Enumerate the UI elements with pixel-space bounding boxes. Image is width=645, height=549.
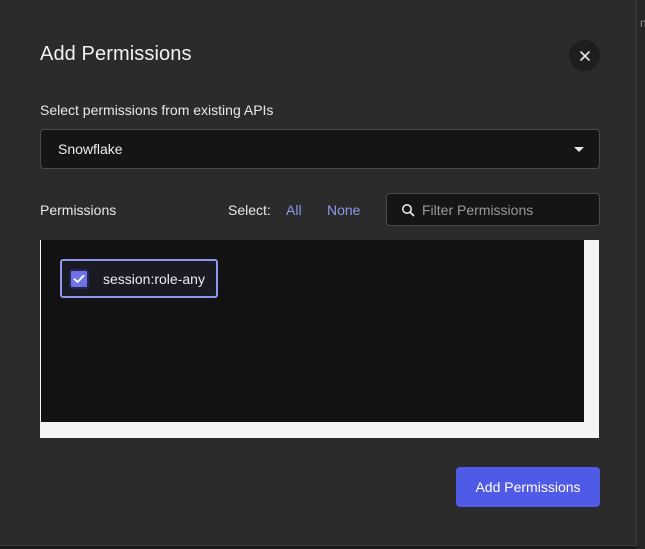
filter-permissions-field[interactable] bbox=[386, 193, 600, 226]
select-none-link[interactable]: None bbox=[327, 202, 360, 218]
api-select-label: Select permissions from existing APIs bbox=[40, 102, 274, 118]
permissions-list[interactable]: session:role-any bbox=[41, 240, 584, 422]
permission-checkbox[interactable] bbox=[69, 268, 89, 289]
select-all-link[interactable]: All bbox=[286, 202, 302, 218]
permission-name: session:role-any bbox=[103, 270, 205, 287]
add-permissions-button[interactable]: Add Permissions bbox=[456, 467, 600, 507]
caret-down-icon bbox=[574, 147, 584, 152]
select-label: Select: bbox=[228, 202, 271, 218]
close-icon bbox=[579, 50, 590, 61]
dialog-title: Add Permissions bbox=[40, 43, 192, 65]
permission-item-session-role-any[interactable]: session:role-any bbox=[60, 259, 218, 298]
filter-permissions-input[interactable] bbox=[422, 194, 592, 225]
close-button[interactable] bbox=[569, 40, 600, 71]
search-icon bbox=[402, 204, 415, 217]
background-partial-text: n bbox=[640, 16, 645, 30]
api-select-dropdown[interactable]: Snowflake bbox=[40, 129, 600, 169]
api-select-value: Snowflake bbox=[58, 141, 123, 157]
permissions-list-frame: session:role-any bbox=[40, 240, 599, 438]
checkmark-icon bbox=[73, 274, 85, 283]
permissions-label: Permissions bbox=[40, 202, 117, 218]
page: n Add Permissions Select permissions fro… bbox=[0, 0, 645, 549]
add-permissions-dialog: Add Permissions Select permissions from … bbox=[0, 0, 637, 546]
background-page-edge bbox=[637, 0, 645, 549]
